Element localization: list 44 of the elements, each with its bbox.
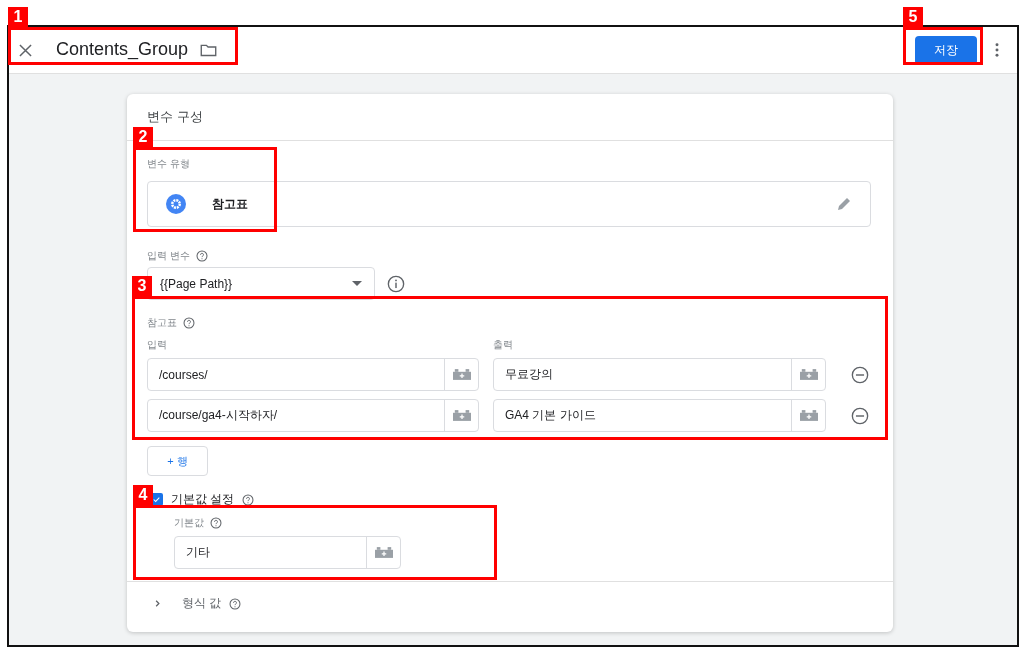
help-icon[interactable] [229, 597, 242, 610]
block-plus-icon [799, 369, 818, 380]
dropdown-caret-icon [352, 281, 362, 286]
save-button[interactable]: 저장 [915, 35, 977, 65]
output-field[interactable]: 무료강의 [493, 358, 826, 391]
callout-number: 5 [903, 7, 923, 27]
column-header: 입력 [147, 338, 168, 352]
callout-number: 3 [132, 276, 152, 296]
callout-number: 4 [133, 485, 153, 505]
format-value-section-toggle[interactable]: 형식 값 [182, 595, 222, 612]
default-value-checkbox-label: 기본값 설정 [171, 491, 235, 508]
help-icon[interactable] [210, 517, 222, 529]
more-menu-icon[interactable] [995, 43, 999, 57]
callout-number: 1 [8, 7, 28, 27]
info-icon[interactable] [387, 274, 405, 293]
gear-icon [166, 194, 186, 214]
default-value-field[interactable]: 기타 [174, 536, 401, 569]
lookup-table-label: 참고표 [147, 316, 177, 330]
variable-name-field[interactable]: Contents_Group [56, 37, 189, 63]
variable-type-selector[interactable]: 참고표 [147, 181, 871, 227]
block-plus-icon [452, 410, 471, 421]
block-plus-icon [799, 410, 818, 421]
help-icon[interactable] [195, 250, 208, 262]
help-icon[interactable] [183, 317, 195, 329]
column-header: 출력 [493, 338, 514, 352]
add-row-button[interactable]: + 행 [147, 446, 208, 476]
input-field[interactable]: /courses/ [147, 358, 479, 391]
pencil-icon[interactable] [836, 196, 852, 212]
block-plus-icon [374, 547, 393, 558]
variable-type-label: 변수 유형 [147, 157, 191, 171]
close-icon[interactable] [19, 43, 32, 57]
folder-icon[interactable] [200, 43, 218, 57]
card-title: 변수 구성 [147, 108, 203, 126]
help-icon[interactable] [242, 493, 255, 506]
input-field[interactable]: /course/ga4-시작하자/ [147, 399, 479, 432]
output-field[interactable]: GA4 기본 가이드 [493, 399, 826, 432]
input-variable-dropdown[interactable]: {{Page Path}} [147, 267, 375, 300]
callout-number: 2 [133, 127, 153, 147]
block-plus-icon [452, 369, 471, 380]
remove-row-icon[interactable] [851, 365, 869, 384]
remove-row-icon[interactable] [851, 406, 869, 425]
chevron-icon[interactable] [153, 599, 162, 608]
input-variable-label: 입력 변수 [147, 249, 190, 263]
default-value-label: 기본값 [174, 516, 204, 530]
